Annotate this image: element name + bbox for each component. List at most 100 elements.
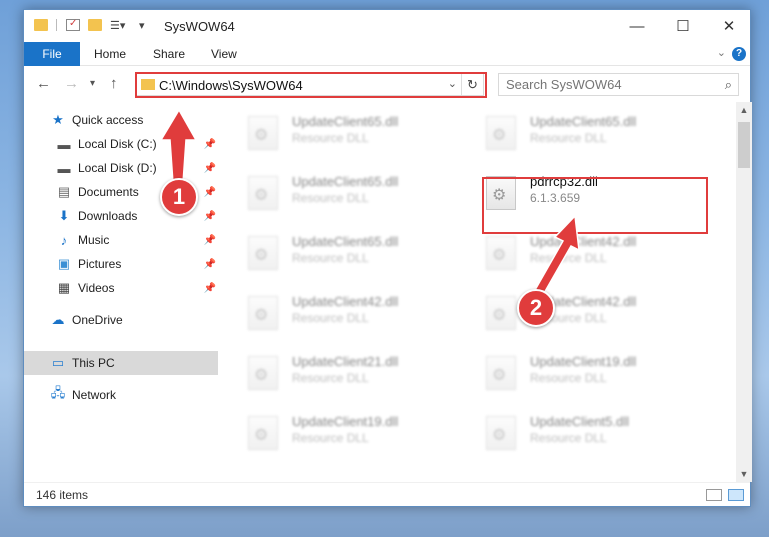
star-icon: ★ <box>52 112 64 127</box>
drive-icon: ▬ <box>57 136 71 152</box>
file-name: UpdateClient65.dll <box>530 114 637 129</box>
pin-icon[interactable]: 📌 <box>204 163 216 174</box>
dll-file-icon <box>248 116 278 150</box>
help-icon[interactable]: ? <box>732 47 746 61</box>
pin-icon[interactable]: 📌 <box>204 187 216 198</box>
sidebar-item-label: Quick access <box>72 113 144 127</box>
status-bar: 146 items <box>24 482 750 506</box>
pin-icon[interactable]: 📌 <box>204 211 216 222</box>
sidebar-item-videos[interactable]: ▦ Videos 📌 <box>24 276 218 300</box>
sidebar-item-quick-access[interactable]: ★ Quick access <box>24 108 218 132</box>
dll-file-icon <box>248 416 278 450</box>
tab-share[interactable]: Share <box>143 42 195 66</box>
sidebar-item-label: OneDrive <box>72 313 123 327</box>
file-list: UpdateClient65.dll Resource DLL UpdateCl… <box>218 102 736 482</box>
sidebar-item-local-disk-c[interactable]: ▬ Local Disk (C:) 📌 <box>24 132 218 156</box>
sidebar-item-onedrive[interactable]: ☁ OneDrive <box>24 308 218 332</box>
file-item[interactable]: UpdateClient42.dll Resource DLL <box>456 228 676 276</box>
sidebar-item-network[interactable]: 🖧 Network <box>24 383 218 407</box>
item-count: 146 items <box>36 488 89 502</box>
file-item[interactable]: UpdateClient42.dll Resource DLL <box>218 288 438 336</box>
network-icon: 🖧 <box>50 385 66 400</box>
tab-home[interactable]: Home <box>84 42 136 66</box>
sidebar-item-this-pc[interactable]: ▭ This PC <box>24 351 218 375</box>
customize-icon[interactable]: ☰▾ <box>110 19 125 32</box>
file-explorer-window: ✓ ☰▾ ▾ SysWOW64 — ☐ ✕ File Home Share Vi… <box>23 9 752 507</box>
file-item[interactable]: UpdateClient65.dll Resource DLL <box>218 228 438 276</box>
pin-icon[interactable]: 📌 <box>204 259 216 270</box>
file-description: Resource DLL <box>530 371 607 385</box>
file-name: UpdateClient42.dll <box>292 294 399 309</box>
back-icon[interactable]: ← <box>36 75 51 92</box>
dll-file-icon <box>248 176 278 210</box>
file-description: Resource DLL <box>530 251 607 265</box>
music-icon: ♪ <box>60 232 68 248</box>
file-item[interactable]: UpdateClient65.dll Resource DLL <box>218 168 438 216</box>
dll-file-icon <box>248 296 278 330</box>
dll-file-icon <box>486 116 516 150</box>
file-item[interactable]: UpdateClient42.dll Resource DLL <box>456 288 676 336</box>
file-name: UpdateClient65.dll <box>292 174 399 189</box>
file-item[interactable]: UpdateClient19.dll Resource DLL <box>456 348 676 396</box>
vertical-scrollbar[interactable]: ▲ ▼ <box>736 102 752 482</box>
videos-icon: ▦ <box>57 280 71 295</box>
file-description: Resource DLL <box>292 431 369 445</box>
file-name: UpdateClient19.dll <box>530 354 637 369</box>
search-icon[interactable]: ⌕ <box>725 77 732 93</box>
recent-locations-icon[interactable]: ▾ <box>90 78 95 89</box>
properties-icon[interactable]: ✓ <box>66 18 80 31</box>
scroll-down-icon[interactable]: ▼ <box>736 466 752 482</box>
file-item[interactable]: UpdateClient5.dll Resource DLL <box>456 408 676 456</box>
pin-icon[interactable]: 📌 <box>204 139 216 150</box>
pin-icon[interactable]: 📌 <box>204 283 216 294</box>
cloud-icon: ☁ <box>51 312 65 327</box>
dll-file-icon <box>486 356 516 390</box>
scroll-thumb[interactable] <box>738 122 750 168</box>
chevron-down-icon[interactable]: ▾ <box>139 19 153 32</box>
file-item[interactable]: UpdateClient19.dll Resource DLL <box>218 408 438 456</box>
maximize-button[interactable]: ☐ <box>660 10 706 42</box>
search-box[interactable]: ⌕ <box>498 73 739 96</box>
expand-ribbon-icon[interactable]: ⌄ <box>717 46 726 59</box>
window-title: SysWOW64 <box>164 19 235 34</box>
sidebar-item-local-disk-d[interactable]: ▬ Local Disk (D:) 📌 <box>24 156 218 180</box>
computer-icon: ▭ <box>51 355 65 370</box>
file-item[interactable]: UpdateClient65.dll Resource DLL <box>456 108 676 156</box>
file-name: UpdateClient21.dll <box>292 354 399 369</box>
file-item[interactable]: UpdateClient21.dll Resource DLL <box>218 348 438 396</box>
scroll-up-icon[interactable]: ▲ <box>736 102 752 118</box>
tab-file[interactable]: File <box>24 42 80 66</box>
sidebar-item-label: Network <box>72 388 117 402</box>
up-icon[interactable]: ↑ <box>110 75 118 92</box>
highlight-box-file <box>482 177 708 234</box>
close-button[interactable]: ✕ <box>706 10 752 42</box>
sidebar-item-label: This PC <box>72 356 115 370</box>
folder-icon <box>34 19 48 31</box>
step-1-badge: 1 <box>160 178 198 216</box>
details-view-icon[interactable] <box>706 489 722 501</box>
file-description: Resource DLL <box>292 251 369 265</box>
file-name: UpdateClient42.dll <box>530 234 637 249</box>
sidebar-item-music[interactable]: ♪ Music 📌 <box>24 228 218 252</box>
sidebar-item-label: Local Disk (C:) <box>78 137 157 151</box>
minimize-button[interactable]: — <box>614 10 660 42</box>
sidebar-item-label: Downloads <box>78 209 138 223</box>
forward-icon[interactable]: → <box>64 75 79 92</box>
large-icons-view-icon[interactable] <box>728 489 744 501</box>
file-description: Resource DLL <box>292 131 369 145</box>
address-row: ← → ▾ ↑ C:\Windows\SysWOW64 ⌄ ↻ ⌕ <box>24 66 750 102</box>
tab-view[interactable]: View <box>201 42 247 66</box>
file-item[interactable]: UpdateClient65.dll Resource DLL <box>218 108 438 156</box>
new-folder-icon[interactable] <box>88 19 102 31</box>
dll-file-icon <box>486 236 516 270</box>
ribbon-tabs: File Home Share View ⌄ ? <box>24 42 750 66</box>
sidebar-item-pictures[interactable]: ▣ Pictures 📌 <box>24 252 218 276</box>
sidebar-item-label: Videos <box>78 281 115 295</box>
sidebar-item-label: Local Disk (D:) <box>78 161 157 175</box>
dll-file-icon <box>486 296 516 330</box>
pin-icon[interactable]: 📌 <box>204 235 216 246</box>
file-description: Resource DLL <box>292 311 369 325</box>
dll-file-icon <box>248 356 278 390</box>
documents-icon: ▤ <box>57 184 71 199</box>
search-input[interactable] <box>499 74 709 95</box>
